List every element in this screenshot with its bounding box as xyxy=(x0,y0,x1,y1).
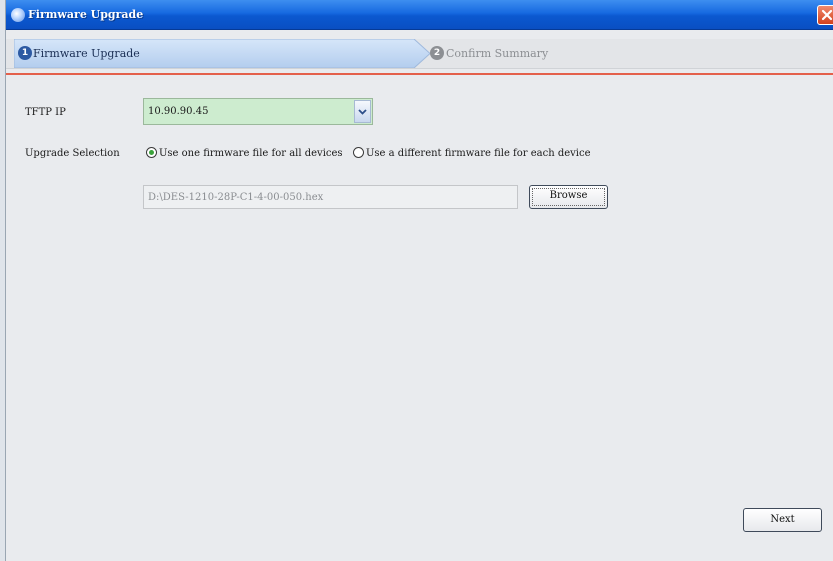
window-left-edge xyxy=(0,0,6,561)
tftp-ip-value: 10.90.90.45 xyxy=(148,106,209,117)
radio-each-file-label[interactable]: Use a different firmware file for each d… xyxy=(366,148,591,159)
step-label: Confirm Summary xyxy=(446,47,549,60)
radio-one-file-label[interactable]: Use one firmware file for all devices xyxy=(159,148,343,159)
browse-button[interactable]: Browse xyxy=(529,185,608,209)
focus-ring xyxy=(532,188,605,206)
close-icon[interactable] xyxy=(817,5,833,25)
next-button[interactable]: Next xyxy=(743,508,822,532)
firmware-file-path-field[interactable]: D:\DES-1210-28P-C1-4-00-050.hex xyxy=(143,185,518,209)
step-firmware-upgrade: 1 Firmware Upgrade xyxy=(14,39,434,68)
upgrade-selection-label: Upgrade Selection xyxy=(25,148,120,159)
radio-one-file[interactable] xyxy=(146,147,157,158)
firmware-file-path: D:\DES-1210-28P-C1-4-00-050.hex xyxy=(148,192,324,203)
wizard-steps: 1 Firmware Upgrade 2 Confirm Summary xyxy=(6,39,833,69)
radio-each-file[interactable] xyxy=(353,147,364,158)
step-number-badge: 2 xyxy=(430,46,444,60)
step-number-badge: 1 xyxy=(18,46,32,60)
next-label: Next xyxy=(770,514,795,525)
title-bar[interactable]: Firmware Upgrade xyxy=(6,0,833,30)
chevron-down-icon[interactable] xyxy=(354,100,371,123)
window-title: Firmware Upgrade xyxy=(28,8,144,21)
step-label: Firmware Upgrade xyxy=(33,47,140,60)
app-globe-icon xyxy=(11,8,25,22)
tftp-ip-select[interactable]: 10.90.90.45 xyxy=(143,98,373,125)
tftp-ip-label: TFTP IP xyxy=(25,107,66,118)
header-divider xyxy=(6,73,833,75)
